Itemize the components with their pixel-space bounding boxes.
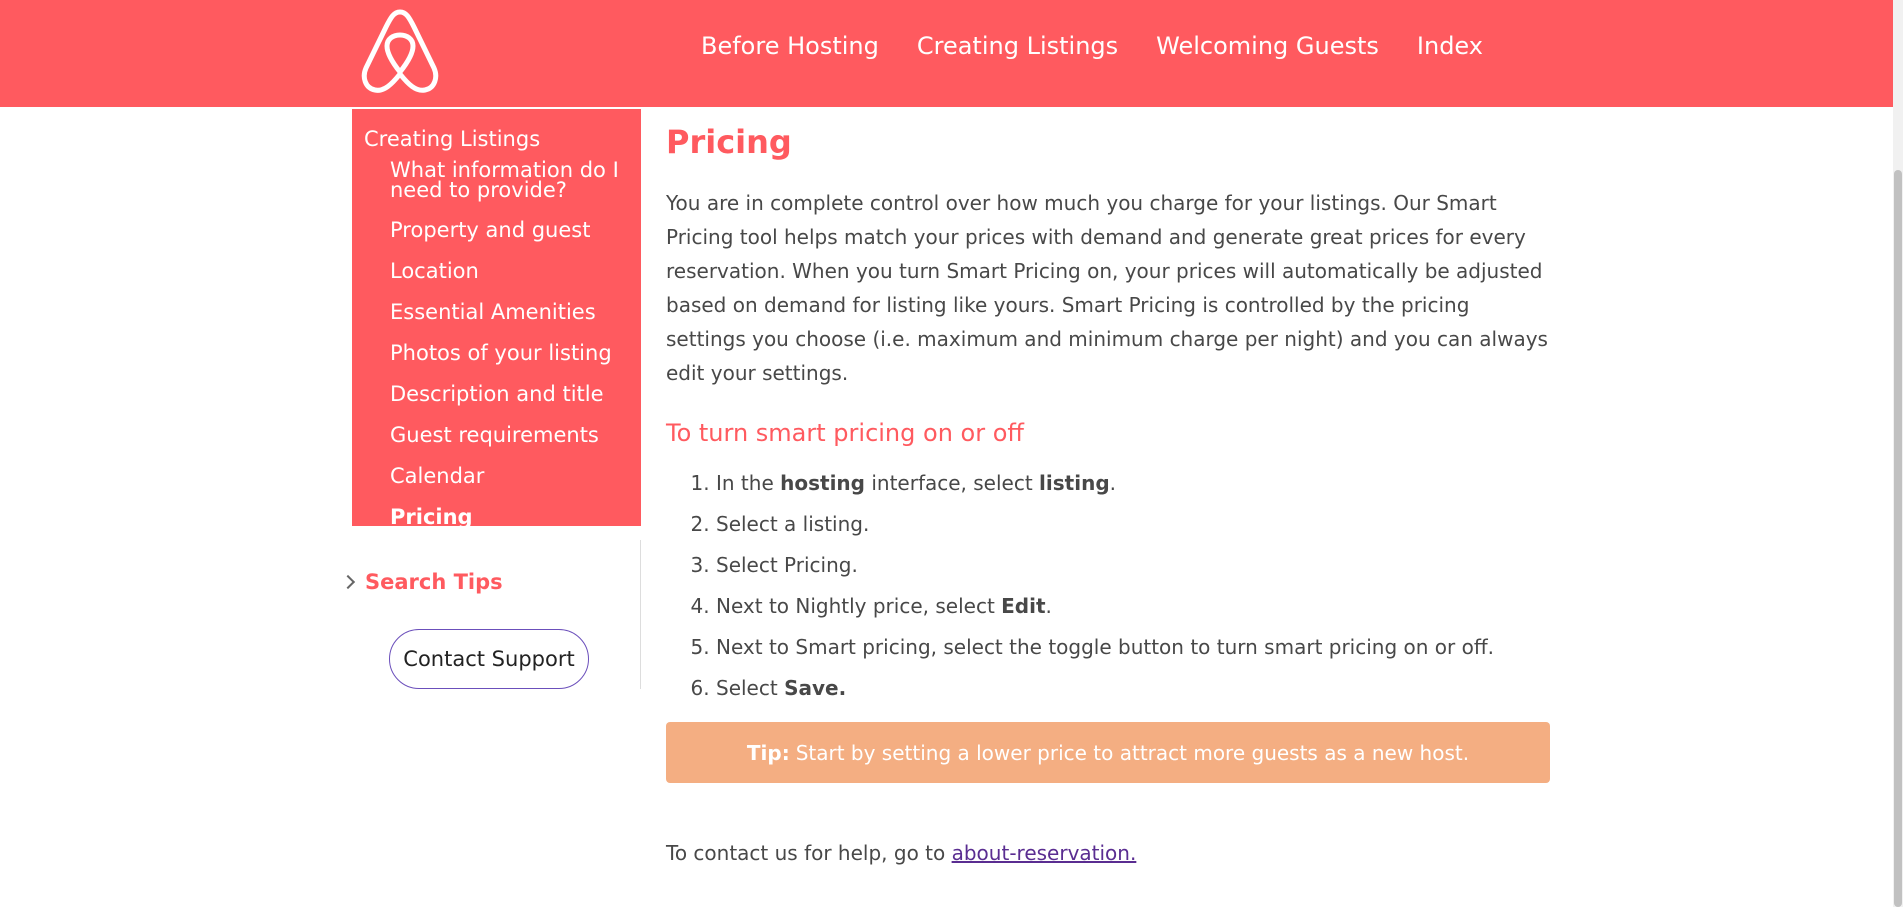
step-4: Next to Nightly price, select Edit.	[716, 593, 1550, 619]
step-5: Next to Smart pricing, select the toggle…	[716, 634, 1550, 660]
nav-welcoming-guests[interactable]: Welcoming Guests	[1156, 28, 1379, 64]
nav-before-hosting[interactable]: Before Hosting	[701, 28, 879, 64]
contact-text: To contact us for help, go to	[666, 841, 952, 865]
nav-creating-listings[interactable]: Creating Listings	[917, 28, 1118, 64]
sidebar-menu: Creating Listings What information do I …	[352, 109, 641, 528]
sidebar-divider	[640, 540, 641, 689]
sidebar-item-location[interactable]: Location	[364, 261, 629, 282]
sidebar-section-creating-listings[interactable]: Creating Listings	[364, 126, 629, 152]
page: Before Hosting Creating Listings Welcomi…	[0, 0, 1903, 907]
sidebar-item-photos[interactable]: Photos of your listing	[364, 343, 629, 364]
header: Before Hosting Creating Listings Welcomi…	[0, 0, 1893, 107]
step-1: In the hosting interface, select listing…	[716, 470, 1550, 496]
step-3: Select Pricing.	[716, 552, 1550, 578]
tip-callout: Tip: Start by setting a lower price to a…	[666, 722, 1550, 783]
sidebar-item-calendar[interactable]: Calendar	[364, 466, 629, 487]
nav-index[interactable]: Index	[1417, 28, 1483, 64]
sidebar-item-what-information[interactable]: What information do I need to provide?	[364, 160, 629, 201]
page-title: Pricing	[666, 123, 792, 161]
about-reservation-link[interactable]: about-reservation.	[952, 841, 1137, 865]
page-scrollbar[interactable]	[1893, 0, 1903, 907]
section-heading: To turn smart pricing on or off	[666, 419, 1024, 447]
main-nav: Before Hosting Creating Listings Welcomi…	[701, 28, 1521, 64]
sidebar-item-essential-amenities[interactable]: Essential Amenities	[364, 302, 629, 323]
tip-text: Start by setting a lower price to attrac…	[795, 740, 1470, 765]
main-content: Pricing You are in complete control over…	[666, 120, 1550, 865]
search-tips-toggle[interactable]: Search Tips	[340, 570, 503, 594]
sidebar-item-pricing[interactable]: Pricing	[364, 507, 629, 528]
search-tips-label: Search Tips	[365, 570, 503, 594]
contact-support-button[interactable]: Contact Support	[389, 629, 589, 689]
contact-line: To contact us for help, go to about-rese…	[666, 841, 1550, 865]
scrollbar-thumb[interactable]	[1894, 170, 1902, 907]
airbnb-logo-icon[interactable]	[356, 6, 444, 96]
steps-list: In the hosting interface, select listing…	[666, 470, 1550, 701]
step-6: Select Save.	[716, 675, 1550, 701]
tip-label: Tip:	[746, 740, 790, 765]
sidebar-item-property-and-guest[interactable]: Property and guest	[364, 220, 629, 241]
intro-paragraph: You are in complete control over how muc…	[666, 191, 1548, 385]
step-2: Select a listing.	[716, 511, 1550, 537]
chevron-right-icon	[340, 574, 356, 590]
sidebar-item-description-and-title[interactable]: Description and title	[364, 384, 629, 405]
sidebar: Creating Listings What information do I …	[352, 109, 641, 528]
sidebar-item-guest-requirements[interactable]: Guest requirements	[364, 425, 629, 446]
